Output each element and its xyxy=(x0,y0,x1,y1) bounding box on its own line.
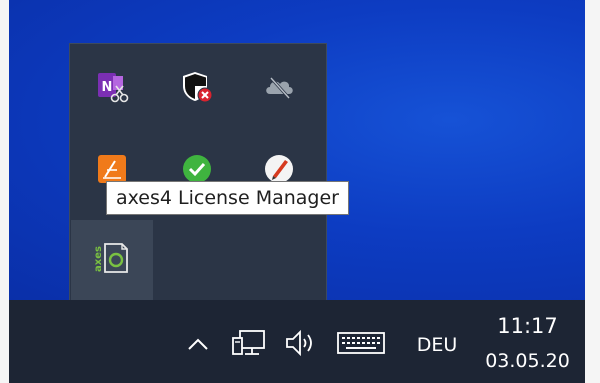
volume-button[interactable] xyxy=(281,326,321,364)
taskbar: DEU 11:17 03.05.20 xyxy=(9,300,585,383)
chevron-up-icon xyxy=(187,336,209,355)
tooltip: axes4 License Manager xyxy=(106,181,349,215)
axes-logo-text: axes xyxy=(93,246,104,272)
tray-icon-axes4-license-manager[interactable]: axes xyxy=(71,220,153,300)
window-frame-right xyxy=(585,0,600,383)
touch-keyboard-icon xyxy=(336,330,386,360)
touch-keyboard-button[interactable] xyxy=(333,326,389,364)
show-hidden-icons-button[interactable] xyxy=(181,328,215,362)
clock-button[interactable]: 11:17 03.05.20 xyxy=(475,312,580,378)
onedrive-offline-icon xyxy=(262,70,296,108)
windows-security-alert-icon xyxy=(180,70,214,108)
network-button[interactable] xyxy=(229,326,269,364)
volume-icon xyxy=(283,328,319,362)
input-language-indicator[interactable]: DEU xyxy=(409,330,465,360)
clock-time: 11:17 xyxy=(497,314,558,338)
svg-text:N: N xyxy=(102,80,113,95)
tray-icon-onenote[interactable]: N xyxy=(71,50,153,128)
axes4-license-manager-icon: axes xyxy=(92,238,132,282)
network-icon xyxy=(231,328,267,362)
tray-icon-onedrive[interactable] xyxy=(238,50,320,128)
tray-overflow-flyout: N axes xyxy=(69,43,327,301)
window-frame-left xyxy=(0,0,9,383)
tray-icon-windows-security[interactable] xyxy=(156,50,238,128)
onenote-send-to-tool-icon: N xyxy=(95,70,129,108)
clock-date: 03.05.20 xyxy=(485,350,570,372)
